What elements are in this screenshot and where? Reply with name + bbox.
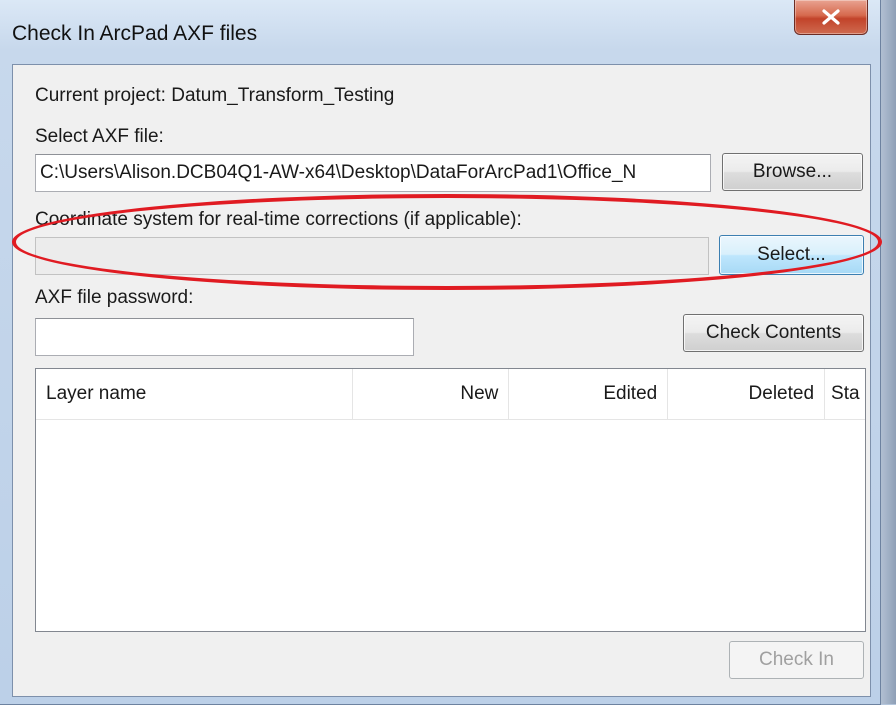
check-in-button[interactable]: Check In bbox=[729, 641, 864, 679]
table-header: Layer name New Edited Deleted Sta bbox=[36, 369, 865, 420]
layers-table[interactable]: Layer name New Edited Deleted Sta bbox=[35, 368, 866, 632]
column-header-layer-name[interactable]: Layer name bbox=[36, 369, 353, 419]
coord-system-field[interactable] bbox=[35, 237, 709, 275]
axf-file-path-input[interactable]: C:\Users\Alison.DCB04Q1-AW-x64\Desktop\D… bbox=[35, 154, 711, 192]
dialog-window: Check In ArcPad AXF files Current projec… bbox=[0, 0, 881, 705]
select-axf-label: Select AXF file: bbox=[35, 126, 164, 147]
check-contents-button[interactable]: Check Contents bbox=[683, 314, 864, 352]
dialog-body: Current project: Datum_Transform_Testing… bbox=[12, 64, 871, 697]
browse-button[interactable]: Browse... bbox=[722, 153, 863, 191]
current-project-label: Current project: Datum_Transform_Testing bbox=[35, 85, 395, 106]
column-header-deleted[interactable]: Deleted bbox=[668, 369, 826, 419]
password-label: AXF file password: bbox=[35, 287, 194, 308]
close-button[interactable] bbox=[794, 0, 868, 35]
password-input[interactable] bbox=[35, 318, 414, 356]
column-header-edited[interactable]: Edited bbox=[509, 369, 669, 419]
column-header-new[interactable]: New bbox=[353, 369, 510, 419]
window-title: Check In ArcPad AXF files bbox=[12, 22, 258, 45]
select-coord-system-button[interactable]: Select... bbox=[719, 235, 864, 275]
close-icon bbox=[822, 9, 840, 25]
coord-system-label: Coordinate system for real-time correcti… bbox=[35, 209, 522, 230]
column-header-status[interactable]: Sta bbox=[825, 369, 865, 419]
